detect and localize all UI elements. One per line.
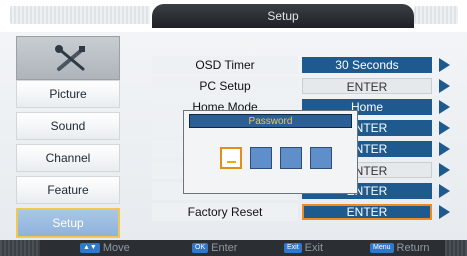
menu-value[interactable]: ENTER bbox=[302, 204, 432, 220]
menu-row-pc-setup[interactable]: PC Setup ENTER bbox=[152, 77, 452, 95]
menu-value[interactable]: 30 Seconds bbox=[302, 57, 432, 73]
menu-key-icon: Menu bbox=[370, 243, 394, 254]
hint-exit: Exit Exit bbox=[284, 241, 323, 255]
page-title: Setup bbox=[152, 4, 414, 28]
menu-label: PC Setup bbox=[152, 77, 298, 95]
sidebar: Picture Sound Channel Feature Setup bbox=[10, 32, 126, 240]
hint-enter: OK Enter bbox=[192, 241, 237, 255]
bottom-bar: ▲▼ Move OK Enter Exit Exit Menu Return bbox=[0, 240, 467, 256]
menu-label: Factory Reset bbox=[152, 203, 298, 221]
sidebar-item-feature[interactable]: Feature bbox=[16, 176, 120, 204]
arrow-right-icon[interactable] bbox=[439, 121, 450, 135]
top-left-decor bbox=[10, 6, 150, 24]
bottom-right-decor bbox=[445, 240, 467, 256]
password-digit-4[interactable] bbox=[310, 147, 332, 169]
password-digit-2[interactable] bbox=[250, 147, 272, 169]
password-digit-3[interactable] bbox=[280, 147, 302, 169]
arrow-right-icon[interactable] bbox=[439, 142, 450, 156]
dialog-title: Password bbox=[189, 114, 352, 128]
menu-row-factory-reset[interactable]: Factory Reset ENTER bbox=[152, 203, 452, 221]
arrow-right-icon[interactable] bbox=[439, 184, 450, 198]
bottom-left-decor bbox=[0, 240, 40, 256]
arrow-right-icon[interactable] bbox=[439, 163, 450, 177]
tools-icon bbox=[55, 45, 85, 71]
sidebar-item-channel[interactable]: Channel bbox=[16, 144, 120, 172]
menu-row-osd-timer[interactable]: OSD Timer 30 Seconds bbox=[152, 56, 452, 74]
tv-osd-screen: Setup Picture Sound Channel Feature Setu… bbox=[0, 0, 467, 256]
top-bar: Setup bbox=[0, 0, 467, 32]
menu-value[interactable]: ENTER bbox=[302, 78, 432, 94]
up-down-key-icon: ▲▼ bbox=[80, 243, 100, 254]
arrow-right-icon[interactable] bbox=[439, 58, 450, 72]
exit-key-icon: Exit bbox=[284, 243, 302, 254]
hint-move: ▲▼ Move bbox=[80, 241, 130, 255]
sidebar-item-sound[interactable]: Sound bbox=[16, 112, 120, 140]
arrow-right-icon[interactable] bbox=[439, 79, 450, 93]
menu-label: OSD Timer bbox=[152, 56, 298, 74]
sidebar-item-picture[interactable]: Picture bbox=[16, 80, 120, 108]
password-dialog: Password bbox=[183, 110, 358, 194]
ok-key-icon: OK bbox=[192, 243, 209, 254]
top-right-decor bbox=[414, 6, 458, 24]
password-digit-1[interactable] bbox=[220, 147, 242, 169]
sidebar-item-setup[interactable]: Setup bbox=[16, 208, 120, 238]
hint-return: Menu Return bbox=[370, 241, 430, 255]
input-cursor bbox=[227, 161, 236, 163]
arrow-right-icon[interactable] bbox=[439, 205, 450, 219]
setup-icon-panel bbox=[16, 36, 120, 80]
arrow-right-icon[interactable] bbox=[439, 100, 450, 114]
